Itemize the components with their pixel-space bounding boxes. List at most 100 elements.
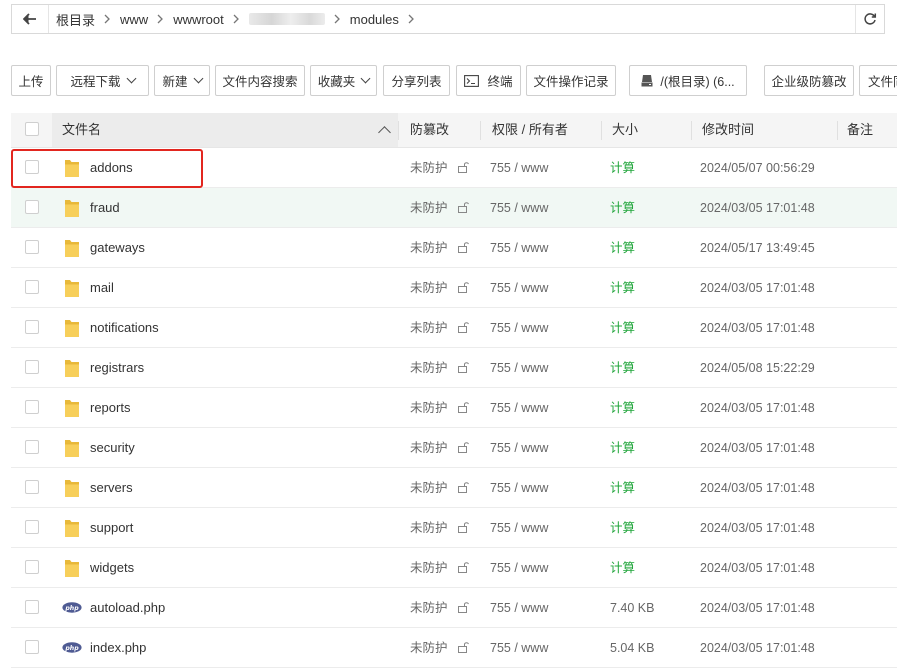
file-sync-button[interactable]: 文件同步 (859, 65, 897, 96)
calculate-size-link[interactable]: 计算 (610, 228, 635, 268)
select-all-checkbox[interactable] (25, 122, 39, 136)
permission-owner[interactable]: 755 / www (490, 188, 548, 228)
table-row[interactable]: fraud 未防护 755 / www 计算 2024/03/05 17:01:48 (11, 188, 897, 228)
file-name[interactable]: reports (90, 388, 130, 428)
permission-owner[interactable]: 755 / www (490, 588, 548, 628)
refresh-button[interactable] (855, 5, 884, 33)
content-search-button[interactable]: 文件内容搜索 (215, 65, 305, 96)
unlock-icon[interactable] (457, 561, 469, 576)
table-row[interactable]: php index.php 未防护 755 / www 5.04 KB 2024/03/0… (11, 628, 897, 668)
breadcrumb-root[interactable]: 根目录 (56, 10, 95, 29)
table-row[interactable]: reports 未防护 755 / www 计算 2024/03/05 17:01:48 (11, 388, 897, 428)
table-row[interactable]: mail 未防护 755 / www 计算 2024/03/05 17:01:48 (11, 268, 897, 308)
permission-owner[interactable]: 755 / www (490, 508, 548, 548)
calculate-size-link[interactable]: 计算 (610, 548, 635, 588)
table-row[interactable]: registrars 未防护 755 / www 计算 2024/05/08 15:22… (11, 348, 897, 388)
table-row[interactable]: gateways 未防护 755 / www 计算 2024/05/17 13:49:4… (11, 228, 897, 268)
terminal-button[interactable]: 终端 (456, 65, 521, 96)
unlock-icon[interactable] (457, 601, 469, 616)
permission-owner[interactable]: 755 / www (490, 148, 548, 188)
row-checkbox[interactable] (25, 160, 39, 174)
unlock-icon[interactable] (457, 361, 469, 376)
file-name[interactable]: notifications (90, 308, 159, 348)
file-name[interactable]: gateways (90, 228, 145, 268)
file-name[interactable]: fraud (90, 188, 120, 228)
tamper-proof-button[interactable]: 企业级防篡改 (764, 65, 854, 96)
calculate-size-link[interactable]: 计算 (610, 268, 635, 308)
unlock-icon[interactable] (457, 481, 469, 496)
back-button[interactable] (12, 5, 49, 33)
table-row[interactable]: support 未防护 755 / www 计算 2024/03/05 17:01:48 (11, 508, 897, 548)
mtime-header[interactable]: 修改时间 (702, 113, 754, 147)
breadcrumb-www[interactable]: www (120, 12, 148, 27)
calculate-size-link[interactable]: 计算 (610, 468, 635, 508)
disk-button[interactable]: /(根目录) (6... (629, 65, 747, 96)
row-checkbox[interactable] (25, 560, 39, 574)
table-row[interactable]: security 未防护 755 / www 计算 2024/03/05 17:01:4… (11, 428, 897, 468)
row-checkbox[interactable] (25, 600, 39, 614)
row-checkbox[interactable] (25, 280, 39, 294)
unlock-icon[interactable] (457, 401, 469, 416)
row-checkbox[interactable] (25, 640, 39, 654)
calculate-size-link[interactable]: 计算 (610, 388, 635, 428)
unlock-icon[interactable] (457, 241, 469, 256)
file-name[interactable]: mail (90, 268, 114, 308)
row-checkbox[interactable] (25, 320, 39, 334)
unlock-icon[interactable] (457, 281, 469, 296)
breadcrumb-redacted[interactable] (248, 13, 325, 25)
new-button[interactable]: 新建 (154, 65, 210, 96)
permission-owner[interactable]: 755 / www (490, 228, 548, 268)
unlock-icon[interactable] (457, 641, 469, 656)
unlock-icon[interactable] (457, 321, 469, 336)
permission-owner[interactable]: 755 / www (490, 428, 548, 468)
file-name[interactable]: servers (90, 468, 133, 508)
unlock-icon[interactable] (457, 201, 469, 216)
file-name[interactable]: registrars (90, 348, 144, 388)
upload-button[interactable]: 上传 (11, 65, 51, 96)
file-name[interactable]: autoload.php (90, 588, 165, 628)
file-name[interactable]: addons (90, 148, 133, 188)
permission-owner[interactable]: 755 / www (490, 388, 548, 428)
table-row[interactable]: servers 未防护 755 / www 计算 2024/03/05 17:01:48 (11, 468, 897, 508)
row-checkbox[interactable] (25, 240, 39, 254)
breadcrumb-modules[interactable]: modules (350, 12, 399, 27)
row-checkbox[interactable] (25, 200, 39, 214)
row-checkbox[interactable] (25, 440, 39, 454)
permission-owner[interactable]: 755 / www (490, 468, 548, 508)
permission-owner[interactable]: 755 / www (490, 348, 548, 388)
file-name[interactable]: support (90, 508, 133, 548)
share-list-button[interactable]: 分享列表 (383, 65, 450, 96)
file-name[interactable]: index.php (90, 628, 146, 668)
permission-owner[interactable]: 755 / www (490, 628, 548, 668)
name-column-header[interactable]: 文件名 (52, 113, 398, 147)
size-header[interactable]: 大小 (612, 113, 638, 147)
permission-header[interactable]: 权限 / 所有者 (492, 113, 568, 147)
permission-owner[interactable]: 755 / www (490, 308, 548, 348)
operation-log-button[interactable]: 文件操作记录 (526, 65, 616, 96)
table-row[interactable]: notifications 未防护 755 / www 计算 2024/03/05 17… (11, 308, 897, 348)
table-row[interactable]: addons 未防护 755 / www 计算 2024/05/07 00:56:29 (11, 148, 897, 188)
calculate-size-link[interactable]: 计算 (610, 308, 635, 348)
unlock-icon[interactable] (457, 441, 469, 456)
permission-owner[interactable]: 755 / www (490, 268, 548, 308)
remote-download-button[interactable]: 远程下载 (56, 65, 149, 96)
file-name[interactable]: widgets (90, 548, 134, 588)
row-checkbox[interactable] (25, 400, 39, 414)
row-checkbox[interactable] (25, 520, 39, 534)
favorites-button[interactable]: 收藏夹 (310, 65, 377, 96)
file-name[interactable]: security (90, 428, 135, 468)
calculate-size-link[interactable]: 计算 (610, 508, 635, 548)
permission-owner[interactable]: 755 / www (490, 548, 548, 588)
table-row[interactable]: php autoload.php 未防护 755 / www 7.40 KB 2024/0… (11, 588, 897, 628)
table-row[interactable]: widgets 未防护 755 / www 计算 2024/03/05 17:01:48 (11, 548, 897, 588)
row-checkbox[interactable] (25, 480, 39, 494)
unlock-icon[interactable] (457, 161, 469, 176)
calculate-size-link[interactable]: 计算 (610, 188, 635, 228)
calculate-size-link[interactable]: 计算 (610, 348, 635, 388)
calculate-size-link[interactable]: 计算 (610, 148, 635, 188)
unlock-icon[interactable] (457, 521, 469, 536)
breadcrumb-wwwroot[interactable]: wwwroot (173, 12, 224, 27)
calculate-size-link[interactable]: 计算 (610, 428, 635, 468)
row-checkbox[interactable] (25, 360, 39, 374)
protect-status: 未防护 (410, 521, 448, 535)
